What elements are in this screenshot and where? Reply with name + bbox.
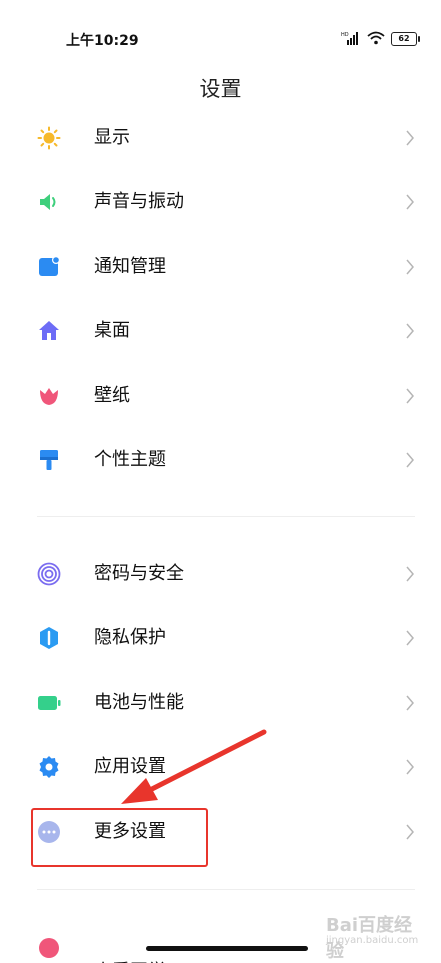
settings-item-label: 桌面 bbox=[94, 320, 130, 341]
chevron-right-icon bbox=[406, 824, 414, 840]
battery-icon: 62 bbox=[391, 32, 420, 46]
settings-item-label: 电池与性能 bbox=[94, 692, 184, 713]
chevron-right-icon bbox=[406, 388, 414, 404]
settings-item-themes[interactable]: 个性主题 bbox=[0, 428, 441, 492]
notification-icon bbox=[37, 255, 61, 279]
page-title: 设置 bbox=[199, 77, 242, 101]
home-indicator[interactable] bbox=[146, 946, 308, 951]
settings-item-security[interactable]: 密码与安全 bbox=[0, 542, 441, 606]
chevron-right-icon bbox=[406, 130, 414, 146]
chevron-right-icon bbox=[406, 695, 414, 711]
settings-item-wallpaper[interactable]: 壁纸 bbox=[0, 364, 441, 428]
partial-icon bbox=[37, 936, 61, 960]
chevron-right-icon bbox=[406, 452, 414, 468]
settings-item-notifications[interactable]: 通知管理 bbox=[0, 235, 441, 299]
home-icon bbox=[37, 319, 61, 343]
settings-item-label: 壁纸 bbox=[94, 385, 130, 406]
status-icons: HD 62 bbox=[341, 30, 420, 49]
gear-icon bbox=[37, 755, 61, 779]
status-time: 上午10:29 bbox=[66, 33, 139, 49]
chevron-right-icon bbox=[406, 323, 414, 339]
settings-item-label: 小爱同学 bbox=[94, 940, 166, 963]
shield-icon bbox=[37, 626, 61, 650]
settings-item-label: 密码与安全 bbox=[94, 563, 184, 584]
settings-item-apps[interactable]: 应用设置 bbox=[0, 735, 441, 799]
section-divider bbox=[37, 889, 415, 890]
battery-icon bbox=[37, 691, 61, 715]
settings-item-label: 隐私保护 bbox=[94, 627, 166, 648]
chevron-right-icon bbox=[406, 759, 414, 775]
paintbrush-icon bbox=[37, 448, 61, 472]
sun-icon bbox=[37, 126, 61, 150]
chevron-right-icon bbox=[406, 566, 414, 582]
speaker-icon bbox=[37, 190, 61, 214]
annotation-highlight-box bbox=[31, 808, 208, 867]
settings-item-display[interactable]: 显示 bbox=[0, 106, 441, 170]
status-bar: 上午10:29 HD 62 bbox=[0, 0, 441, 70]
signal-icon: HD bbox=[341, 30, 361, 49]
fingerprint-icon bbox=[37, 562, 61, 586]
chevron-right-icon bbox=[406, 259, 414, 275]
settings-item-sound[interactable]: 声音与振动 bbox=[0, 170, 441, 234]
watermark: Bai百度经验 jingyan.baidu.com bbox=[326, 911, 426, 962]
chevron-right-icon bbox=[406, 630, 414, 646]
settings-item-label: 显示 bbox=[94, 127, 130, 148]
network-type-label: HD bbox=[341, 32, 349, 38]
settings-item-battery[interactable]: 电池与性能 bbox=[0, 671, 441, 735]
settings-item-privacy[interactable]: 隐私保护 bbox=[0, 606, 441, 670]
settings-item-label: 通知管理 bbox=[94, 256, 166, 277]
tulip-icon bbox=[37, 384, 61, 408]
settings-item-label: 个性主题 bbox=[94, 449, 166, 470]
settings-item-label: 声音与振动 bbox=[94, 191, 184, 212]
section-divider bbox=[37, 516, 415, 517]
settings-item-label: 应用设置 bbox=[94, 756, 166, 777]
watermark-sub: jingyan.baidu.com bbox=[326, 935, 419, 946]
chevron-right-icon bbox=[406, 194, 414, 210]
wifi-icon bbox=[367, 30, 385, 49]
settings-item-home[interactable]: 桌面 bbox=[0, 299, 441, 363]
